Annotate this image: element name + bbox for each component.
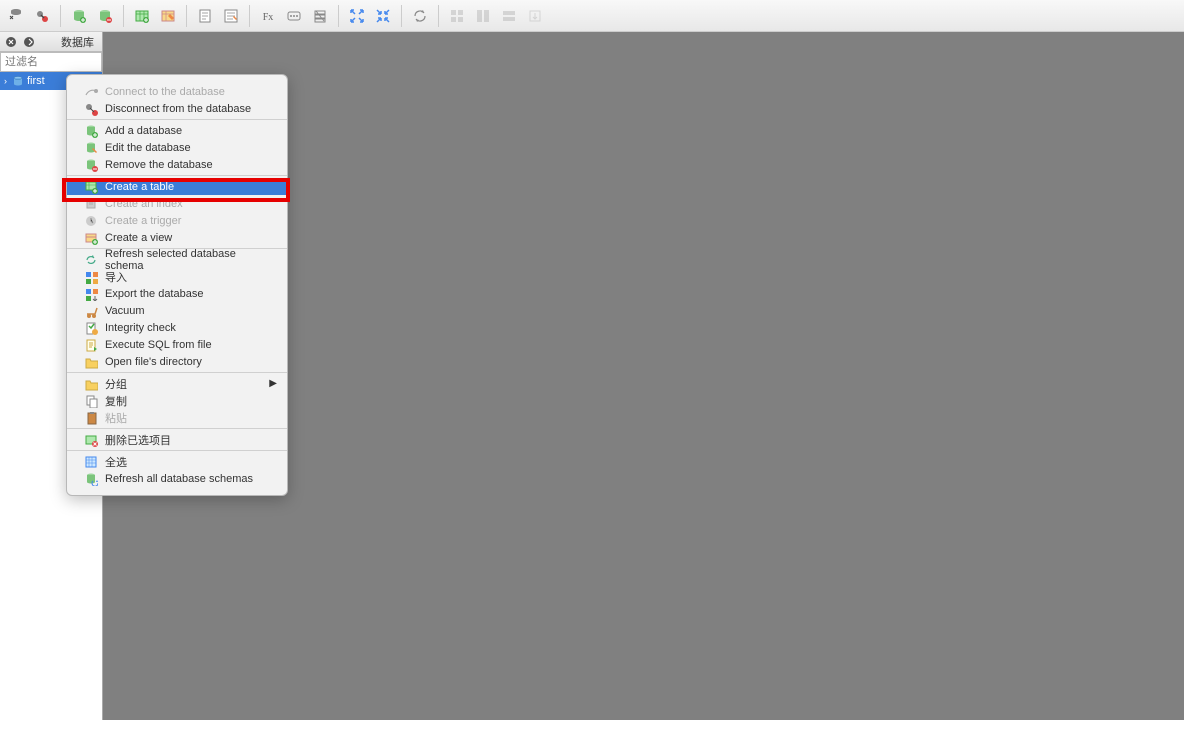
create-view-icon xyxy=(83,230,99,246)
menu-item-label: 分组 xyxy=(105,376,127,392)
sidebar-header: 数据库 xyxy=(0,32,102,52)
form-icon xyxy=(471,4,495,28)
aggregate-icon[interactable] xyxy=(282,4,306,28)
collation-icon[interactable] xyxy=(308,4,332,28)
collapse-icon[interactable] xyxy=(371,4,395,28)
refresh-all-icon xyxy=(83,471,99,487)
menu-item-label: Connect to the database xyxy=(105,86,225,98)
menu-item-label: 删除已选项目 xyxy=(105,432,171,448)
menu-item-label: 复制 xyxy=(105,393,127,409)
create-index-icon xyxy=(83,196,99,212)
execute-sql-icon xyxy=(83,337,99,353)
database-context-menu: Connect to the database Disconnect from t… xyxy=(66,74,288,496)
disconnect-icon xyxy=(83,101,99,117)
remove-db-icon xyxy=(83,157,99,173)
menu-item-integrity[interactable]: Integrity check xyxy=(67,319,287,336)
export-db-icon xyxy=(83,286,99,302)
filter-input[interactable] xyxy=(0,52,102,72)
menu-item-label: Create a view xyxy=(105,232,172,244)
add-database-icon[interactable] xyxy=(67,4,91,28)
menu-item-label: Add a database xyxy=(105,125,182,137)
menu-item-open-dir[interactable]: Open file's directory xyxy=(67,353,287,370)
menu-item-create-view[interactable]: Create a view xyxy=(67,229,287,246)
menu-item-create-index: Create an index xyxy=(67,195,287,212)
svg-text:Fx: Fx xyxy=(263,12,274,23)
menu-item-select-all[interactable]: 全选 xyxy=(67,453,287,470)
menu-item-add-db[interactable]: Add a database xyxy=(67,122,287,139)
menu-item-label: Open file's directory xyxy=(105,356,202,368)
menu-item-label: Create an index xyxy=(105,198,183,210)
copy-icon xyxy=(83,393,99,409)
row-icon xyxy=(497,4,521,28)
menu-item-copy[interactable]: 复制 xyxy=(67,392,287,409)
menu-item-execute-sql[interactable]: Execute SQL from file xyxy=(67,336,287,353)
menu-item-label: Disconnect from the database xyxy=(105,103,251,115)
menu-item-disconnect[interactable]: Disconnect from the database xyxy=(67,100,287,117)
group-icon xyxy=(83,376,99,392)
create-table-icon[interactable] xyxy=(130,4,154,28)
menu-item-create-trigger: Create a trigger xyxy=(67,212,287,229)
menu-item-label: Edit the database xyxy=(105,142,191,154)
remove-database-icon[interactable] xyxy=(93,4,117,28)
select-all-icon xyxy=(83,454,99,470)
edit-table-icon[interactable] xyxy=(156,4,180,28)
menu-item-remove-db[interactable]: Remove the database xyxy=(67,156,287,173)
expand-icon[interactable] xyxy=(345,4,369,28)
menu-item-delete-selected[interactable]: 删除已选项目 xyxy=(67,431,287,448)
import-icon xyxy=(83,269,99,285)
menu-item-create-table[interactable]: Create a table xyxy=(67,178,287,195)
menu-item-label: 粘贴 xyxy=(105,410,127,426)
menu-item-label: Export the database xyxy=(105,288,203,300)
menu-item-label: Execute SQL from file xyxy=(105,339,212,351)
create-trigger-icon xyxy=(83,213,99,229)
expand-arrow-icon[interactable]: › xyxy=(4,76,7,86)
new-column-icon[interactable] xyxy=(193,4,217,28)
function-icon[interactable]: Fx xyxy=(256,4,280,28)
create-table-icon xyxy=(83,179,99,195)
tree-item-label: first xyxy=(27,75,45,87)
database-icon xyxy=(11,74,25,88)
undock-panel-icon[interactable] xyxy=(22,35,36,49)
menu-item-connect: Connect to the database xyxy=(67,83,287,100)
export-icon xyxy=(523,4,547,28)
menu-item-group[interactable]: 分组 ▶ xyxy=(67,375,287,392)
menu-item-edit-db[interactable]: Edit the database xyxy=(67,139,287,156)
grid-icon xyxy=(445,4,469,28)
close-panel-icon[interactable] xyxy=(4,35,18,49)
menu-item-label: Create a table xyxy=(105,181,174,193)
refresh-icon[interactable] xyxy=(408,4,432,28)
menu-item-import[interactable]: 导入 xyxy=(67,268,287,285)
main-toolbar: Fx xyxy=(0,0,1184,32)
connect-database-icon[interactable] xyxy=(4,4,28,28)
paste-icon xyxy=(83,410,99,426)
disconnect-database-icon[interactable] xyxy=(30,4,54,28)
menu-item-paste: 粘贴 xyxy=(67,409,287,426)
connect-icon xyxy=(83,84,99,100)
menu-item-label: Refresh all database schemas xyxy=(105,473,253,485)
edit-column-icon[interactable] xyxy=(219,4,243,28)
vacuum-icon xyxy=(83,303,99,319)
menu-item-label: Remove the database xyxy=(105,159,213,171)
menu-item-label: 导入 xyxy=(105,269,127,285)
edit-db-icon xyxy=(83,140,99,156)
menu-item-refresh-all[interactable]: Refresh all database schemas xyxy=(67,470,287,487)
refresh-schema-icon xyxy=(83,252,99,268)
open-dir-icon xyxy=(83,354,99,370)
menu-item-label: Create a trigger xyxy=(105,215,181,227)
menu-item-label: 全选 xyxy=(105,454,127,470)
menu-item-export-db[interactable]: Export the database xyxy=(67,285,287,302)
delete-selected-icon xyxy=(83,432,99,448)
add-db-icon xyxy=(83,123,99,139)
integrity-icon xyxy=(83,320,99,336)
menu-item-refresh-schema[interactable]: Refresh selected database schema xyxy=(67,251,287,268)
menu-item-label: Integrity check xyxy=(105,322,176,334)
menu-item-label: Vacuum xyxy=(105,305,145,317)
sidebar-title: 数据库 xyxy=(61,34,94,50)
menu-item-vacuum[interactable]: Vacuum xyxy=(67,302,287,319)
submenu-arrow-icon: ▶ xyxy=(269,378,277,389)
